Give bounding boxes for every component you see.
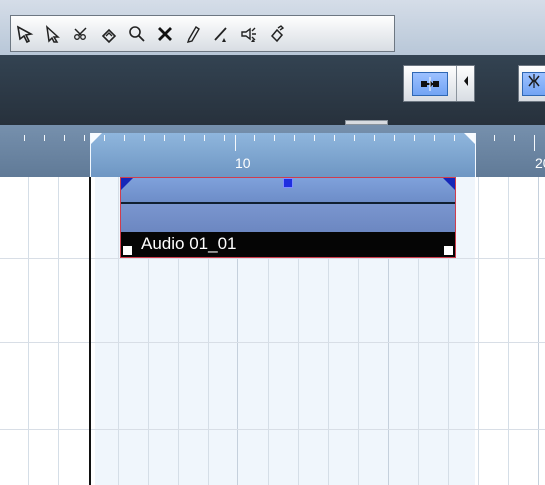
- snap-dropdown-button[interactable]: [456, 66, 474, 101]
- grid-major-line: [538, 177, 539, 485]
- grid-line: [28, 177, 29, 485]
- ruler-tick: [434, 135, 435, 141]
- ruler-tick: [394, 135, 395, 141]
- erase-tool-button[interactable]: [151, 16, 179, 51]
- x-icon: [155, 24, 175, 44]
- ruler-tick: [84, 135, 85, 141]
- ruler-tick: [44, 135, 45, 141]
- ruler-tick: [164, 135, 165, 141]
- ruler-tick: [24, 135, 25, 141]
- time-warp-tool-button[interactable]: [263, 16, 291, 51]
- ruler-tick: [124, 135, 125, 141]
- glue-tool-button[interactable]: [95, 16, 123, 51]
- range-arrow-icon: [43, 24, 63, 44]
- ruler-major-tick: [235, 135, 236, 151]
- ruler-tick: [494, 135, 495, 141]
- line-tool-icon: [211, 24, 231, 44]
- ruler-tick: [254, 135, 255, 141]
- arrow-pointer-icon: [15, 24, 35, 44]
- ruler-tick: [104, 135, 105, 141]
- split-view-icon: [525, 72, 543, 95]
- event-volume-handle[interactable]: [283, 178, 293, 188]
- audio-event-label: Audio 01_01: [141, 234, 237, 253]
- snap-secondary-group: [518, 65, 545, 102]
- ruler-tick: [294, 135, 295, 141]
- ruler-tick: [474, 135, 475, 141]
- ruler-tick: [204, 135, 205, 141]
- glue-icon: [99, 24, 119, 44]
- ruler-tick: [454, 135, 455, 141]
- track-separator: [0, 429, 545, 430]
- grid-line: [118, 177, 119, 485]
- snap-move-icon: [412, 71, 449, 96]
- grid-line: [508, 177, 509, 485]
- ruler-tick: [64, 135, 65, 141]
- warp-icon: [267, 24, 287, 44]
- ruler-tick: [184, 135, 185, 141]
- mute-tool-button[interactable]: [235, 16, 263, 51]
- ruler-tick: [144, 135, 145, 141]
- fade-in-handle[interactable]: [121, 178, 133, 190]
- ruler-tick: [414, 135, 415, 141]
- range-selection-tool-button[interactable]: [39, 16, 67, 51]
- audio-event-waveform-area: [121, 204, 455, 232]
- chevron-left-icon: [461, 74, 471, 93]
- right-resize-handle[interactable]: [444, 246, 453, 255]
- track-separator: [0, 342, 545, 343]
- audio-event-label-bar: Audio 01_01: [121, 232, 455, 257]
- ruler-tick: [514, 135, 515, 141]
- zoom-tool-button[interactable]: [123, 16, 151, 51]
- ruler-tick: [354, 135, 355, 141]
- tool-group: [10, 15, 395, 52]
- scissors-icon: [71, 24, 91, 44]
- audio-event[interactable]: Audio 01_01: [120, 177, 456, 258]
- snap-secondary-button[interactable]: [521, 71, 545, 96]
- snap-control-group: [403, 65, 475, 102]
- grid-line: [58, 177, 59, 485]
- snap-button[interactable]: [404, 66, 456, 101]
- left-resize-handle[interactable]: [123, 246, 132, 255]
- line-tool-button[interactable]: [207, 16, 235, 51]
- pencil-icon: [183, 24, 203, 44]
- magnifier-icon: [127, 24, 147, 44]
- playback-cursor[interactable]: [89, 177, 91, 485]
- ruler-tick: [334, 135, 335, 141]
- ruler-tick: [374, 135, 375, 141]
- ruler-selection-range[interactable]: [90, 133, 476, 177]
- ruler-tick: [314, 135, 315, 141]
- ruler-major-tick: [534, 135, 535, 151]
- ruler-tick: [274, 135, 275, 141]
- speaker-icon: [239, 24, 259, 44]
- grid-line: [478, 177, 479, 485]
- fade-out-handle[interactable]: [443, 178, 455, 190]
- ruler-label-10: 10: [235, 155, 251, 171]
- draw-tool-button[interactable]: [179, 16, 207, 51]
- ruler-label-20: 20: [535, 155, 545, 171]
- ruler-tick: [224, 135, 225, 141]
- split-tool-button[interactable]: [67, 16, 95, 51]
- daw-window: 10 20 Audio 01_01: [0, 0, 545, 485]
- track-separator: [0, 258, 545, 259]
- object-selection-tool-button[interactable]: [11, 16, 39, 51]
